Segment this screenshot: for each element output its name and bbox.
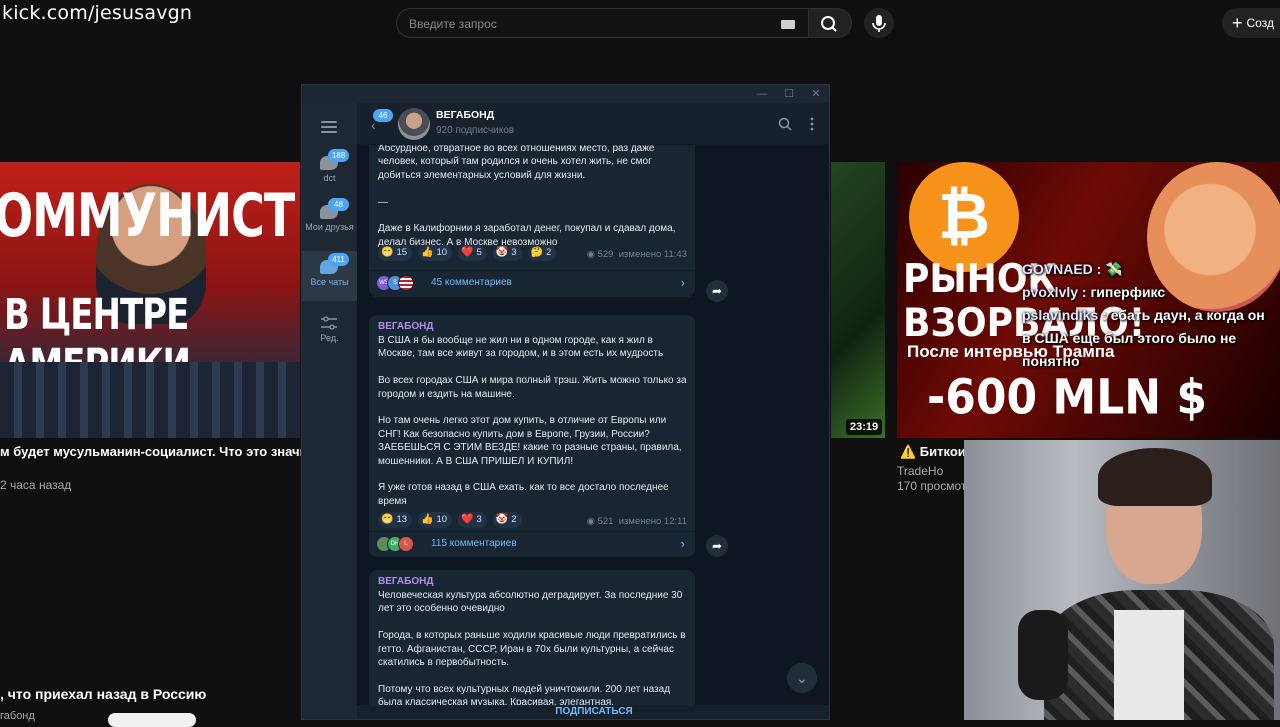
webcam-hair (1098, 448, 1212, 506)
folder-label: Все чаты (310, 277, 349, 287)
search-icon (821, 16, 837, 32)
thumbnail-text-top: ОММУНИСТ (0, 179, 295, 251)
window-titlebar: — ☐ ✕ (302, 85, 829, 103)
channel-avatar[interactable] (398, 108, 430, 140)
search-placeholder: Введите запрос (409, 17, 497, 31)
post-views: ◉ 529 изменено 11:43 (586, 249, 687, 260)
thumbnail-amount: -600 MLN $ (927, 369, 1208, 426)
channel-post: Абсурдное, отвратное во всех отношениях … (369, 145, 695, 297)
folder-label: Ред. (320, 333, 339, 343)
post-text: Человеческая культура абсолютно деградир… (378, 590, 686, 709)
video-title-right[interactable]: ⚠️ Биткои (900, 444, 966, 460)
minimize-button[interactable]: — (752, 87, 772, 101)
voice-search-button[interactable] (864, 8, 894, 38)
post-text: Абсурдное, отвратное во всех отношениях … (378, 145, 676, 248)
bitcoin-icon: ₿ (909, 162, 1019, 272)
folder-all-chats[interactable]: 411 Все чаты (302, 251, 357, 301)
keyboard-icon[interactable] (781, 20, 795, 29)
reaction-chip[interactable]: 👍 10 (418, 245, 453, 261)
reactions-row: 😁 13 👍 10 ❤️ 3 🤡 2 (378, 512, 522, 528)
folder-my-friends[interactable]: 48 Мои друзья (302, 196, 357, 246)
webcam-shirt (1114, 610, 1184, 720)
post-author[interactable]: ВЕГАБОНД (378, 321, 433, 332)
create-button[interactable]: + Созд (1222, 8, 1280, 38)
subscribe-button[interactable]: ПОДПИСАТЬСЯ (357, 705, 829, 719)
sliders-icon (321, 316, 337, 330)
search-button[interactable] (808, 8, 852, 38)
chevron-right-icon: › (680, 536, 685, 551)
reactions-row: 😁 15 👍 10 ❤️ 5 🤡 3 🤔 2 (378, 245, 557, 261)
post-author[interactable]: ВЕГАБОНД (378, 576, 433, 587)
unread-badge: 188 (328, 149, 349, 162)
stream-chat-overlay: GOVNAED : 💸 pvoxlvly : гиперфикс pslavin… (1022, 258, 1272, 373)
reaction-chip[interactable]: ❤️ 3 (458, 512, 487, 528)
commenter-avatars: DH L (376, 536, 414, 552)
webcam-microphone (1018, 610, 1068, 700)
maximize-button[interactable]: ☐ (779, 87, 799, 101)
reaction-chip[interactable]: 👍 10 (418, 512, 453, 528)
subscriber-count: 920 подписчиков (436, 125, 515, 136)
folder-sidebar: 188 dct 48 Мои друзья 411 Все чаты Ред. (302, 103, 357, 719)
unread-badge: 411 (328, 253, 349, 266)
reaction-chip[interactable]: 🤡 2 (492, 512, 522, 528)
channel-post: ВЕГАБОНД Человеческая культура абсолютно… (369, 570, 695, 719)
message-feed[interactable]: Абсурдное, отвратное во всех отношениях … (357, 145, 829, 719)
folder-label: Мои друзья (305, 222, 354, 232)
video-thumbnail-middle[interactable] (831, 162, 885, 438)
post-views: ◉ 521 изменено 12:11 (586, 516, 687, 527)
video-title-left[interactable]: м будет мусульманин-социалист. Что это з… (0, 444, 322, 459)
telegram-window: — ☐ ✕ 188 dct 48 Мои друзья 411 Все чаты… (301, 84, 830, 720)
search-icon[interactable] (778, 117, 792, 131)
subscribe-pill-button[interactable] (108, 713, 196, 727)
scroll-down-button[interactable]: ⌄ (787, 663, 817, 693)
microphone-icon (872, 15, 886, 32)
reaction-chip[interactable]: 🤔 2 (527, 245, 557, 261)
comments-link[interactable]: WS S 45 комментариев › (369, 270, 695, 296)
back-unread-badge: 46 (373, 109, 393, 122)
commenter-avatars: WS S (376, 275, 414, 291)
thumbnail-crowd (0, 362, 300, 438)
folder-label: dct (323, 173, 336, 183)
plus-icon: + (1232, 13, 1243, 33)
chat-message: pslavindiks : ебать даун, а когда он в С… (1022, 307, 1265, 369)
unread-badge: 48 (328, 198, 349, 211)
streamer-webcam (964, 440, 1280, 720)
reaction-chip[interactable]: 🤡 3 (492, 245, 522, 261)
reaction-chip[interactable]: 😁 15 (378, 245, 413, 261)
chevron-right-icon: › (680, 275, 685, 290)
video-channel-bottom[interactable]: габонд (0, 710, 35, 722)
channel-header: ‹ 46 ВЕГАБОНД 920 подписчиков (357, 103, 829, 145)
comments-count: 115 комментариев (431, 538, 517, 549)
reaction-chip[interactable]: 😁 13 (378, 512, 413, 528)
share-button[interactable]: ➦ (706, 535, 728, 557)
hamburger-menu-icon[interactable] (321, 121, 337, 136)
chat-message: GOVNAED : 💸 (1022, 261, 1123, 277)
close-button[interactable]: ✕ (806, 87, 826, 101)
video-title-bottom[interactable]: , что приехал назад в Россию (0, 686, 206, 702)
video-channel-right[interactable]: TradeHo (897, 464, 943, 478)
more-vertical-icon[interactable] (809, 117, 815, 131)
comments-link[interactable]: DH L 115 комментариев › (369, 531, 695, 557)
post-text: В США я бы вообще не жил ни в одном горо… (378, 335, 687, 507)
stream-url-overlay: kick.com/jesusavgn (2, 2, 193, 24)
reaction-chip[interactable]: ❤️ 5 (458, 245, 487, 261)
comments-count: 45 комментариев (431, 277, 512, 288)
share-button[interactable]: ➦ (706, 280, 728, 302)
youtube-search-input[interactable]: Введите запрос (396, 8, 810, 38)
video-duration-badge: 23:19 (846, 419, 883, 435)
folder-dct[interactable]: 188 dct (302, 147, 357, 197)
video-thumbnail-left[interactable]: ОММУНИСТ В ЦЕНТРЕ АМЕРИКИ (0, 162, 300, 438)
chat-message: pvoxlvly : гиперфикс (1022, 284, 1166, 300)
video-views-right: 170 просмот (897, 479, 967, 493)
video-meta-left: 2 часа назад (0, 478, 72, 492)
channel-name[interactable]: ВЕГАБОНД (436, 109, 494, 121)
folder-edit[interactable]: Ред. (302, 307, 357, 357)
channel-post: ВЕГАБОНД В США я бы вообще не жил ни в о… (369, 315, 695, 557)
